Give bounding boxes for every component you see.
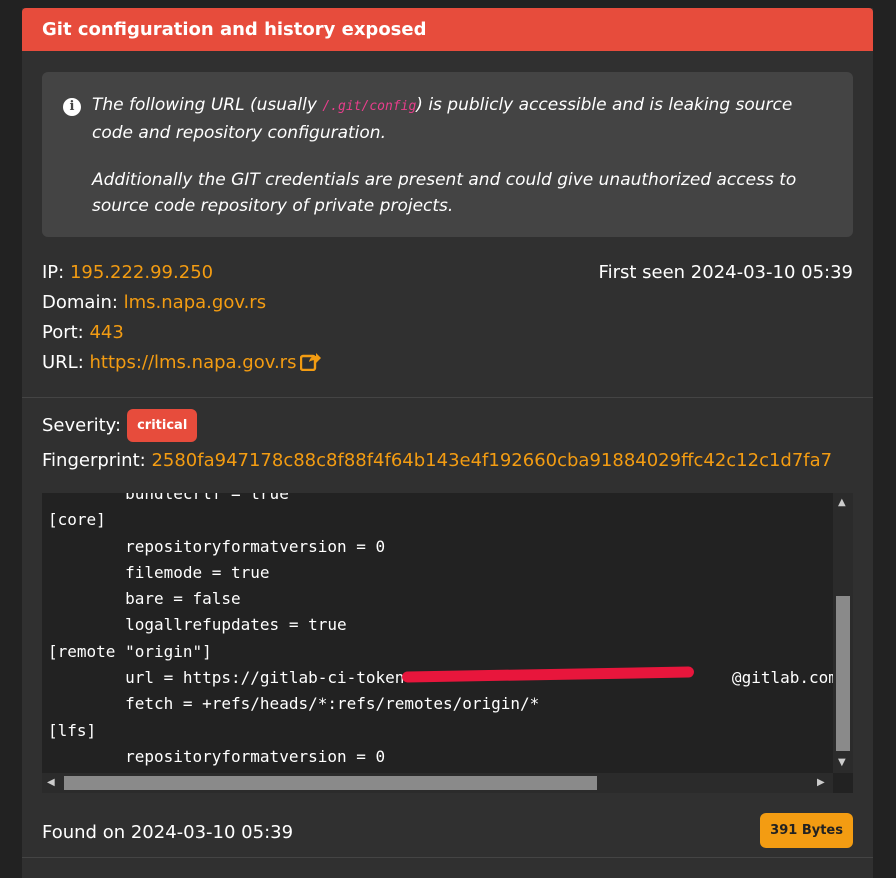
horizontal-scrollbar[interactable]: ◀ ▶ <box>42 773 833 793</box>
code-line: bare = false <box>48 589 241 609</box>
domain-row: Domain: lms.napa.gov.rs <box>42 292 267 313</box>
scroll-down-icon[interactable]: ▼ <box>838 757 846 768</box>
code-viewer[interactable]: bundlecrlf = true [core] repositoryformat… <box>42 493 853 793</box>
code-line: logallrefupdates = true <box>48 615 347 635</box>
divider <box>22 857 873 858</box>
url-link[interactable]: https://lms.napa.gov.rs <box>90 352 297 373</box>
fingerprint-value: 2580fa947178c88c8f88f4f64b143e4f192660cb… <box>151 450 833 471</box>
code-line: [core] <box>48 510 106 530</box>
port-row: Port: 443 <box>42 322 124 343</box>
port-value[interactable]: 443 <box>89 322 123 343</box>
url-row: URL: https://lms.napa.gov.rs <box>42 348 853 378</box>
alert-text-2: Additionally the GIT credentials are pre… <box>92 170 797 216</box>
horizontal-scroll-thumb[interactable] <box>64 776 597 790</box>
scroll-right-icon[interactable]: ▶ <box>817 777 825 788</box>
domain-value[interactable]: lms.napa.gov.rs <box>124 292 266 313</box>
code-line: filemode = true <box>48 562 270 582</box>
code-line: repositoryformatversion = 0 <box>48 746 386 766</box>
scroll-up-icon[interactable]: ▲ <box>838 497 846 508</box>
divider <box>22 397 873 398</box>
scroll-left-icon[interactable]: ◀ <box>47 777 55 788</box>
code-content: bundlecrlf = true [core] repositoryformat… <box>48 493 838 770</box>
info-icon: i <box>63 98 81 116</box>
code-line: [remote "origin"] <box>48 641 212 661</box>
ip-value[interactable]: 195.222.99.250 <box>70 262 213 283</box>
fingerprint-row: Fingerprint: 2580fa947178c88c8f88f4f64b1… <box>42 450 833 471</box>
first-seen: First seen 2024-03-10 05:39 <box>598 262 853 283</box>
code-line: fetch = +refs/heads/*:refs/remotes/origi… <box>48 694 540 714</box>
finding-card: Git configuration and history exposed i … <box>22 8 873 878</box>
vertical-scroll-thumb[interactable] <box>836 596 850 751</box>
git-config-path: /.git/config <box>322 99 417 114</box>
code-line: bundlecrlf = true <box>48 493 289 503</box>
meta-info: IP: 195.222.99.250 Domain: lms.napa.gov.… <box>42 258 853 378</box>
code-line: [lfs] <box>48 720 97 740</box>
external-link-icon[interactable] <box>300 351 322 381</box>
code-line: repositoryformatversion = 0 <box>48 536 386 556</box>
found-on: Found on 2024-03-10 05:39 <box>42 822 294 843</box>
severity-badge: critical <box>127 409 198 442</box>
card-title: Git configuration and history exposed <box>22 8 873 51</box>
alert-text-1: The following URL (usually /.git/config)… <box>92 95 793 143</box>
size-badge: 391 Bytes <box>760 813 853 848</box>
severity-row: Severity: critical <box>42 408 198 443</box>
info-alert: i The following URL (usually /.git/confi… <box>42 72 853 237</box>
vertical-scrollbar[interactable]: ▲ ▼ <box>833 493 853 773</box>
